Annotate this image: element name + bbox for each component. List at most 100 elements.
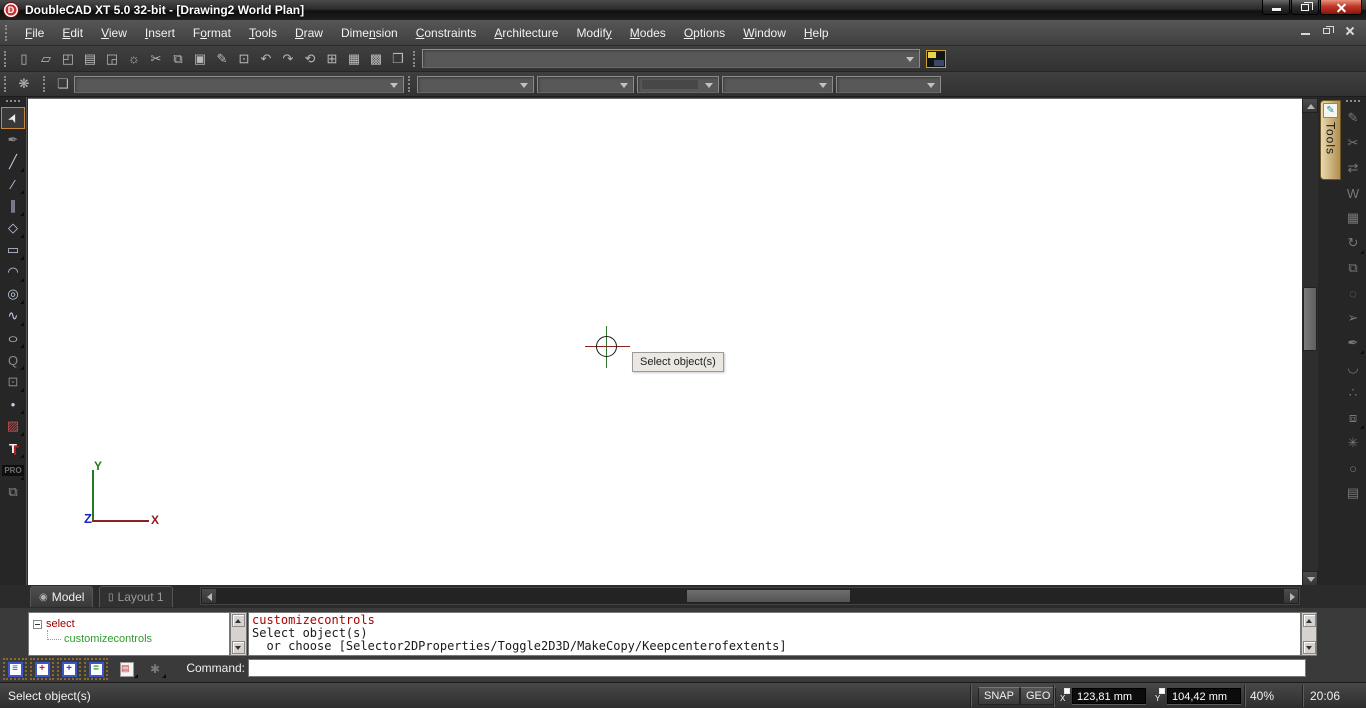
pen-color-combobox[interactable]: [637, 75, 719, 93]
toolbar-drag-handle[interactable]: [413, 50, 418, 67]
zoom-box-icon[interactable]: ⊡: [233, 48, 255, 70]
tree-item-customizecontrols[interactable]: customizecontrols: [47, 630, 152, 645]
trim-tool-button[interactable]: ✂: [1342, 132, 1364, 154]
pen-style-combobox[interactable]: [417, 75, 534, 93]
calculator-icon[interactable]: ▩: [365, 48, 387, 70]
copy-icon[interactable]: ⧉: [167, 48, 189, 70]
toolbar-drag-handle[interactable]: [4, 76, 9, 92]
cut-icon[interactable]: ✂: [145, 48, 167, 70]
tab-model[interactable]: ◉ Model: [30, 586, 94, 607]
region-tool-button[interactable]: ◌: [1342, 282, 1364, 304]
menu-window[interactable]: Window: [734, 22, 795, 44]
background-color-icon[interactable]: [926, 49, 946, 68]
collapse-icon[interactable]: [33, 619, 42, 629]
pro-feature-button[interactable]: PRO: [1, 459, 25, 481]
polygon-tool-button[interactable]: ◇: [1, 217, 25, 239]
explode-tool-button[interactable]: ✳: [1342, 432, 1364, 454]
table-icon[interactable]: ▦: [343, 48, 365, 70]
select-tool-button[interactable]: ➤: [1, 107, 25, 129]
toolbar-drag-handle[interactable]: [43, 76, 48, 92]
mdi-close-button[interactable]: [1342, 24, 1358, 38]
pen-tool-button[interactable]: ✒: [1, 129, 25, 151]
line-pattern-combobox[interactable]: [722, 75, 833, 93]
help-book-icon[interactable]: ❒: [387, 48, 409, 70]
menu-insert[interactable]: Insert: [136, 22, 184, 44]
snap-toggle-button[interactable]: SNAP: [978, 687, 1020, 705]
plot-tool-button[interactable]: ▤: [1342, 482, 1364, 504]
menu-constraints[interactable]: Constraints: [407, 22, 486, 44]
x-coordinate-field[interactable]: 123,81 mm: [1072, 688, 1146, 704]
tab-layout-1[interactable]: ▯ Layout 1: [99, 586, 173, 607]
circle-tool-button[interactable]: ◎: [1, 283, 25, 305]
history-scroll-up-button[interactable]: [1303, 614, 1316, 627]
menu-modes[interactable]: Modes: [621, 22, 675, 44]
hatch-tool-button[interactable]: ▦: [1342, 207, 1364, 229]
settings-icon[interactable]: ☼: [123, 48, 145, 70]
horizontal-scroll-thumb[interactable]: [686, 589, 851, 603]
print-preview-icon[interactable]: ◲: [101, 48, 123, 70]
menu-architecture[interactable]: Architecture: [485, 22, 567, 44]
rotate-tool-button[interactable]: ↻: [1342, 232, 1364, 254]
mirror-tool-button[interactable]: ⇄: [1342, 157, 1364, 179]
save-icon[interactable]: ◰: [57, 48, 79, 70]
rectangle-tool-button[interactable]: ▭: [1, 239, 25, 261]
menu-tools[interactable]: Tools: [240, 22, 286, 44]
paste-icon[interactable]: ▣: [189, 48, 211, 70]
spline-tool-button[interactable]: ∿: [1, 305, 25, 327]
drawing-canvas[interactable]: [28, 98, 1302, 585]
text-tool-button[interactable]: T: [1, 437, 25, 459]
line-tool-button[interactable]: ╱: [1, 151, 25, 173]
paste-special-button[interactable]: ⧉: [1, 481, 25, 503]
circle-modify-tool-button[interactable]: ○: [1342, 457, 1364, 479]
pull-tool-button[interactable]: ➢: [1342, 307, 1364, 329]
annotation-tool-button[interactable]: Q: [1, 349, 25, 371]
toggle-errors-button[interactable]: +: [30, 658, 54, 680]
menu-modify[interactable]: Modify: [567, 22, 620, 44]
toolbar-drag-handle[interactable]: [6, 100, 20, 105]
group-tool-button[interactable]: ⊡: [1, 371, 25, 393]
command-name-combobox[interactable]: [422, 49, 920, 68]
line-scale-combobox[interactable]: [836, 75, 941, 93]
blocks-tool-button[interactable]: ⧈: [1342, 407, 1364, 429]
zoom-extents-icon[interactable]: ⊞: [321, 48, 343, 70]
double-line-tool-button[interactable]: ∥: [1, 195, 25, 217]
tree-scroll-up-button[interactable]: [232, 614, 245, 627]
geo-toggle-button[interactable]: GEO: [1020, 687, 1057, 705]
toolbar-drag-handle[interactable]: [1346, 100, 1360, 105]
menu-format[interactable]: Format: [184, 22, 240, 44]
wall-tool-button[interactable]: W: [1342, 182, 1364, 204]
vertical-scroll-thumb[interactable]: [1303, 287, 1317, 351]
menu-dimension[interactable]: Dimension: [332, 22, 407, 44]
sketch-tool-button[interactable]: ✎: [1342, 107, 1364, 129]
toggle-info-button[interactable]: +: [57, 658, 81, 680]
history-scroll-down-button[interactable]: [1303, 641, 1316, 654]
toolbar-drag-handle[interactable]: [408, 76, 413, 92]
polyline-tool-button[interactable]: ∕: [1, 173, 25, 195]
tree-item-select[interactable]: select: [33, 618, 75, 630]
mdi-restore-button[interactable]: [1320, 24, 1336, 38]
open-icon[interactable]: ▱: [35, 48, 57, 70]
menu-help[interactable]: Help: [795, 22, 838, 44]
restore-button[interactable]: [1291, 0, 1319, 15]
scroll-right-button[interactable]: [1283, 588, 1299, 604]
array-copy-tool-button[interactable]: ⧉: [1342, 257, 1364, 279]
command-input[interactable]: [248, 659, 1306, 677]
menu-options[interactable]: Options: [675, 22, 734, 44]
menu-edit[interactable]: Edit: [53, 22, 92, 44]
print-icon[interactable]: ▤: [79, 48, 101, 70]
history-scrollbar[interactable]: [1301, 612, 1317, 656]
toggle-history-lines-button[interactable]: ≡: [3, 658, 27, 680]
layers-icon[interactable]: ❏: [52, 73, 74, 95]
toggle-results-button[interactable]: =: [84, 658, 108, 680]
menu-draw[interactable]: Draw: [286, 22, 332, 44]
mdi-minimize-button[interactable]: [1298, 24, 1314, 38]
redo-icon[interactable]: ↷: [277, 48, 299, 70]
rotate-icon[interactable]: ⟲: [299, 48, 321, 70]
line-width-combobox[interactable]: [537, 75, 634, 93]
node-edit-tool-button[interactable]: ∴: [1342, 382, 1364, 404]
close-button[interactable]: [1320, 0, 1362, 15]
format-brush-icon[interactable]: ✎: [211, 48, 233, 70]
selection-filter-icon[interactable]: ❋: [13, 73, 35, 95]
menu-file[interactable]: File: [16, 22, 53, 44]
undo-icon[interactable]: ↶: [255, 48, 277, 70]
